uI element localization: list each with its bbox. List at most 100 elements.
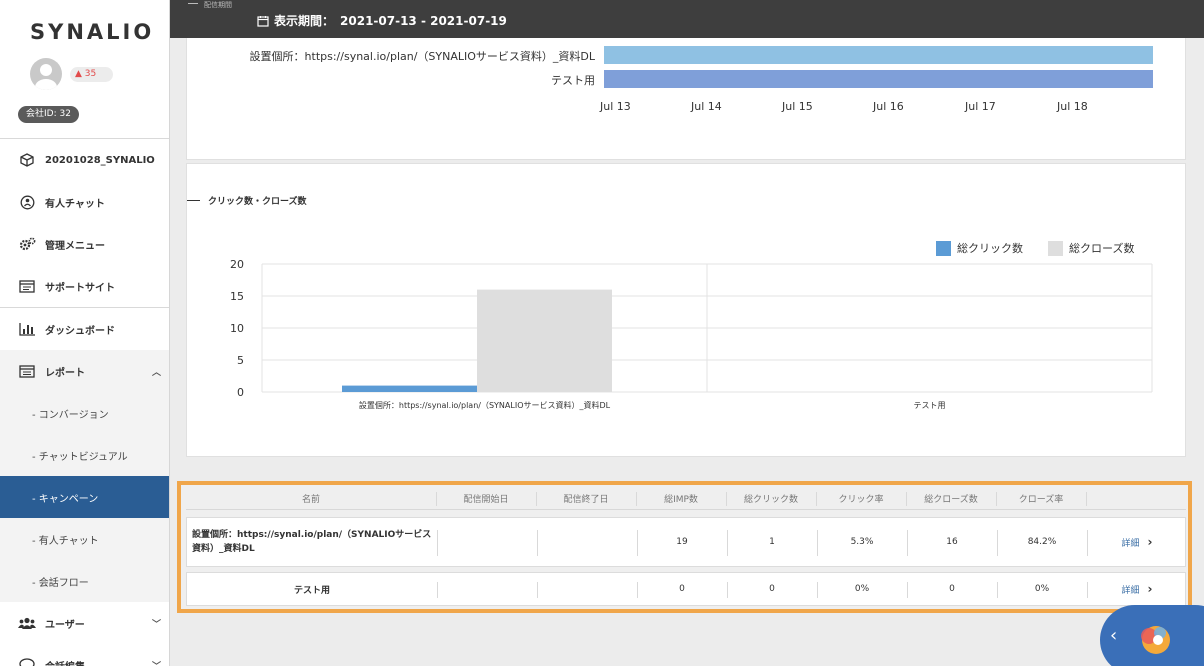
y-tick-label: 0 [237,386,244,399]
x-tick-label: 設置個所：https://synal.io/plan/（SYNALIOサービス資… [359,400,611,410]
sidebar-item-label: 管理メニュー [45,240,105,252]
sidebar-item-report[interactable]: レポート ︿ [0,350,169,392]
column-header-start[interactable]: 配信開始日 [436,488,536,509]
app-root: SYNALIO ▲ 35 会社ID: 32 20201028_SYNALIO 有… [0,0,1204,666]
column-separator [727,582,728,598]
chevron-left-icon: ‹ [1110,625,1118,646]
column-header-end[interactable]: 配信終了日 [536,488,636,509]
cell-name: テスト用 [293,585,330,596]
column-header-action [1086,488,1186,509]
column-separator [907,582,908,598]
period-value: 2021-07-13 - 2021-07-19 [340,13,507,28]
column-separator [727,530,728,556]
column-separator [726,492,727,506]
x-tick-label: テスト用 [914,401,946,410]
sidebar-item-admin-menu[interactable]: 管理メニュー [0,223,169,265]
bar-chart-icon [18,320,36,338]
detail-label: 詳細 [1121,538,1140,549]
display-period[interactable]: 表示期間： 2021-07-13 - 2021-07-19 [257,12,507,29]
cell-start [437,573,537,605]
sidebar-item-conversation-edit[interactable]: 会話編集 ﹀ [0,644,169,666]
chevron-down-icon: ﹀ [152,619,162,630]
cell-closes: 16 [946,537,958,547]
delivery-period-card: 設置個所：https://synal.io/plan/（SYNALIOサービス資… [186,38,1186,160]
table-row[interactable]: テスト用 0 0 0% 0 0% 詳細 › [186,572,1186,606]
column-header-closes[interactable]: 総クローズ数 [906,488,996,509]
column-separator [1087,530,1088,556]
chat-person-icon [18,193,36,211]
avatar[interactable] [30,58,62,90]
gantt-tick-label: Jul 17 [965,100,996,113]
y-tick-label: 10 [230,322,244,335]
column-separator [437,582,438,598]
bar-closes [477,289,612,392]
submenu-item-conversion[interactable]: - コンバージョン [0,392,169,434]
submenu-item-label: - コンバージョン [32,409,109,421]
report-icon [18,362,36,380]
y-tick-label: 15 [230,290,244,303]
column-separator [907,530,908,556]
table-row[interactable]: 設置個所：https://synal.io/plan/（SYNALIOサービス資… [186,517,1186,567]
gantt-bar [604,46,1153,64]
detail-link[interactable]: 詳細 › [1087,518,1187,566]
sidebar-item-label: 会話編集 [45,658,85,666]
chat-widget-button[interactable]: ‹ [1100,605,1204,666]
submenu-item-campaign[interactable]: - キャンペーン [0,476,169,518]
column-header-ctr[interactable]: クリック率 [816,488,906,509]
column-separator [1086,492,1087,506]
notification-count: 35 [84,69,97,79]
column-separator [437,530,438,556]
submenu-item-conversation-flow[interactable]: - 会話フロー [0,560,169,602]
sidebar-item-users[interactable]: ユーザー ﹀ [0,602,169,644]
chevron-right-icon: › [1147,535,1153,549]
sidebar-item-dashboard[interactable]: ダッシュボード [0,308,169,350]
column-separator [637,582,638,598]
column-separator [816,492,817,506]
cell-ctr: 0% [854,584,870,594]
column-separator [817,582,818,598]
column-header-clicks[interactable]: 総クリック数 [726,488,816,509]
column-header-imp[interactable]: 総IMP数 [636,488,726,509]
column-separator [637,530,638,556]
gantt-tick-label: Jul 16 [873,100,904,113]
submenu-item-label: - 会話フロー [32,577,89,589]
column-header-close-rate[interactable]: クローズ率 [996,488,1086,509]
column-separator [997,582,998,598]
column-separator [996,492,997,506]
submenu-item-live-chat[interactable]: - 有人チャット [0,518,169,560]
chevron-up-icon: ︿ [152,367,162,378]
column-separator [436,492,437,506]
submenu-item-label: - キャンペーン [32,493,99,505]
cell-clicks: 0 [769,584,775,594]
cell-closes: 0 [949,584,955,594]
sidebar-item-label: ユーザー [45,619,85,631]
sidebar-item-label: 有人チャット [45,198,105,210]
submenu-item-chat-visual[interactable]: - チャットビジュアル [0,434,169,476]
notification-badge[interactable]: ▲ 35 [70,67,113,82]
cell-name: 設置個所：https://synal.io/plan/（SYNALIOサービス資… [192,530,432,554]
submenu-item-label: - 有人チャット [32,535,99,547]
cell-ctr: 5.3% [850,537,874,547]
cell-end [537,573,637,605]
y-tick-label: 5 [237,354,244,367]
sidebar-item-support-site[interactable]: サポートサイト [0,265,169,307]
gantt-tick-label: Jul 13 [600,100,631,113]
sidebar-item-live-chat[interactable]: 有人チャット [0,181,169,223]
calendar-icon [257,15,269,27]
chevron-right-icon: › [1147,582,1153,596]
section-label: 配信期間 [204,1,232,9]
gantt-tick-label: Jul 14 [691,100,722,113]
detail-label: 詳細 [1121,585,1140,596]
column-separator [537,530,538,556]
gantt-bar [604,70,1153,88]
campaign-table: 名前 配信開始日 配信終了日 総IMP数 総クリック数 クリック率 総クローズ数… [177,481,1192,613]
company-id-badge: 会社ID: 32 [18,106,79,123]
detail-link[interactable]: 詳細 › [1087,573,1187,605]
column-separator [537,582,538,598]
period-header-bar: 配信期間 表示期間： 2021-07-13 - 2021-07-19 [170,0,1204,38]
sidebar-item-project[interactable]: 20201028_SYNALIO [0,139,169,181]
bell-icon: ▲ [75,69,82,79]
column-header-name[interactable]: 名前 [186,488,436,509]
submenu-item-label: - チャットビジュアル [32,451,128,463]
logo: SYNALIO [30,20,155,44]
